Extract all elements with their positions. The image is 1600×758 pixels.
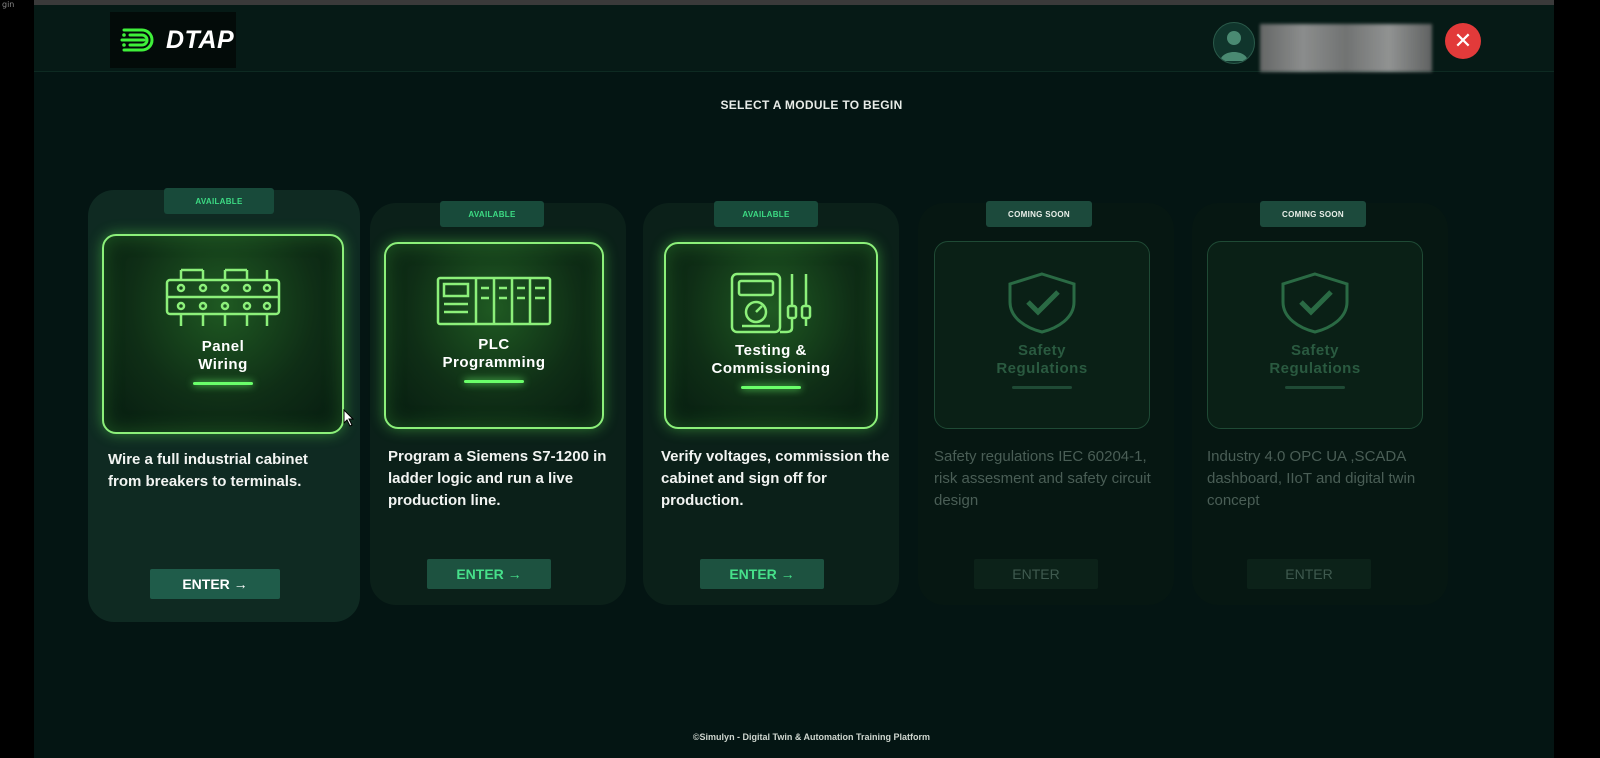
page-title: SELECT A MODULE TO BEGIN (720, 98, 903, 112)
module-description: Safety regulations IEC 60204-1, risk ass… (934, 448, 1151, 509)
module-description: Industry 4.0 OPC UA ,SCADA dashboard, II… (1207, 448, 1416, 509)
tile-glow (193, 382, 253, 385)
module-tile-testing-commissioning[interactable]: Testing & Commissioning (664, 242, 878, 429)
user-avatar[interactable] (1213, 22, 1255, 64)
status-badge: AVAILABLE (440, 201, 544, 227)
module-title: Safety Regulations (996, 342, 1088, 377)
module-title: Safety Regulations (1269, 342, 1361, 377)
mouse-cursor-icon (343, 409, 355, 427)
terminal-block-icon (165, 268, 281, 326)
module-tile-industry-4: Safety Regulations (1207, 241, 1423, 429)
shield-check-icon (1008, 272, 1076, 334)
status-badge: AVAILABLE (714, 201, 818, 227)
tile-glow (1012, 386, 1072, 389)
user-name-redacted (1260, 24, 1432, 72)
logo-text: DTAP (166, 25, 235, 54)
enter-button-testing-commissioning[interactable]: ENTER → (700, 559, 824, 589)
module-description: Verify voltages, commission the cabinet … (661, 448, 890, 509)
module-tile-panel-wiring[interactable]: Panel Wiring (102, 234, 344, 434)
status-badge: COMING SOON (986, 201, 1092, 227)
module-tile-safety-regulations: Safety Regulations (934, 241, 1150, 429)
enter-button-plc-programming[interactable]: ENTER → (427, 559, 551, 589)
module-description: Wire a full industrial cabinet from brea… (108, 451, 308, 490)
module-title: PLC Programming (442, 336, 546, 371)
app-window: DTAP ✕ SELECT A MODULE TO BEGIN AVAILABL… (34, 5, 1554, 758)
header-bar: DTAP ✕ (34, 5, 1554, 72)
tile-glow (464, 380, 524, 383)
status-badge: COMING SOON (1260, 201, 1366, 227)
module-title: Panel Wiring (198, 338, 248, 373)
close-button[interactable]: ✕ (1445, 23, 1481, 59)
corner-text: gin (2, 0, 15, 9)
shield-check-icon (1281, 272, 1349, 334)
enter-button-panel-wiring[interactable]: ENTER → (150, 569, 280, 599)
enter-button-safety-regulations: ENTER (974, 559, 1098, 589)
tile-glow (741, 386, 801, 389)
module-description: Program a Siemens S7-1200 in ladder logi… (388, 448, 607, 509)
status-badge: AVAILABLE (164, 188, 274, 214)
tile-glow (1285, 386, 1345, 389)
logo-icon (120, 28, 154, 52)
user-icon (1220, 31, 1248, 61)
enter-button-industry-4: ENTER (1247, 559, 1371, 589)
footer-text: ©Simulyn - Digital Twin & Automation Tra… (692, 732, 931, 742)
plc-rack-icon (436, 276, 552, 326)
multimeter-icon (730, 272, 812, 334)
logo[interactable]: DTAP (110, 12, 236, 68)
module-title: Testing & Commissioning (711, 342, 831, 377)
module-tile-plc-programming[interactable]: PLC Programming (384, 242, 604, 429)
